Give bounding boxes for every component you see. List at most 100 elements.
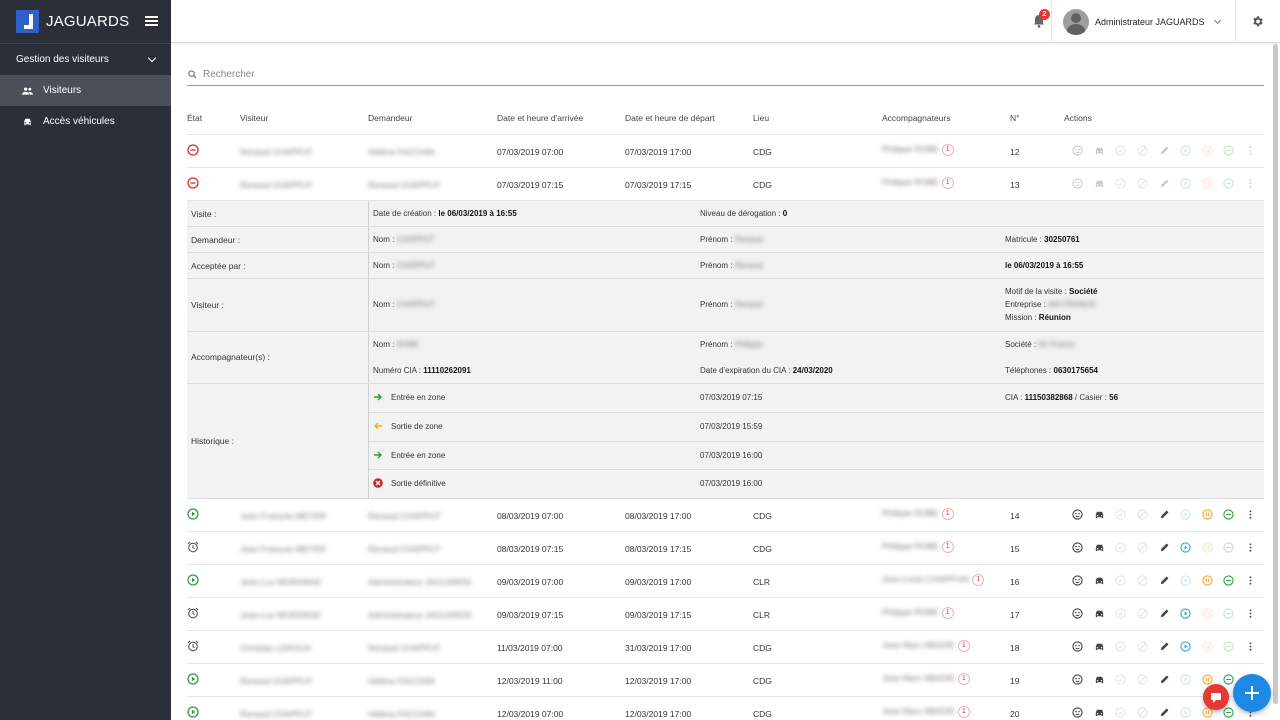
- edit-icon[interactable]: [1153, 707, 1175, 719]
- table-row[interactable]: Jean-Luc MORANGE Administrateur JAGUARDS 0…: [187, 565, 1264, 598]
- more-vert-icon[interactable]: [1240, 542, 1262, 554]
- escort-count-badge[interactable]: 1: [941, 508, 954, 520]
- block-icon[interactable]: [1132, 178, 1154, 190]
- pause-circle-icon[interactable]: [1197, 608, 1219, 620]
- chat-button[interactable]: [1203, 684, 1229, 710]
- pause-circle-icon[interactable]: [1197, 178, 1219, 190]
- escort-count-badge[interactable]: 1: [941, 177, 954, 189]
- escort-count-badge[interactable]: 1: [957, 673, 970, 685]
- sidebar-item-visiteurs[interactable]: Visiteurs: [0, 75, 171, 106]
- table-row[interactable]: Jean François MEYER Renaud CHAPPUT 08/03/2…: [187, 532, 1264, 565]
- stop-circle-icon[interactable]: [1218, 608, 1240, 620]
- stop-circle-icon[interactable]: [1218, 641, 1240, 653]
- check-circle-icon[interactable]: [1110, 509, 1132, 521]
- play-outline-icon[interactable]: [1175, 575, 1197, 587]
- play-outline-icon[interactable]: [1175, 178, 1197, 190]
- check-circle-icon[interactable]: [1110, 707, 1132, 719]
- pause-circle-icon[interactable]: [1197, 145, 1219, 157]
- table-row[interactable]: Renaud CHAPPUT Hélène FACCHIN 12/03/2019 1…: [187, 664, 1264, 697]
- car-icon[interactable]: [1089, 608, 1111, 620]
- car-icon[interactable]: [1089, 707, 1111, 719]
- check-circle-icon[interactable]: [1110, 608, 1132, 620]
- more-vert-icon[interactable]: [1240, 145, 1262, 157]
- stop-circle-icon[interactable]: [1218, 575, 1240, 587]
- table-row[interactable]: Jean François MEYER Renaud CHAPPUT 08/03/2…: [187, 499, 1264, 532]
- block-icon[interactable]: [1132, 674, 1154, 686]
- add-visit-button[interactable]: [1233, 674, 1271, 712]
- face-icon[interactable]: [1067, 707, 1089, 719]
- pause-circle-icon[interactable]: [1197, 575, 1219, 587]
- nav-group-visitors[interactable]: Gestion des visiteurs: [0, 43, 171, 75]
- face-icon[interactable]: [1067, 674, 1089, 686]
- visitor-name[interactable]: Renaud CHAPPUT: [240, 676, 313, 686]
- check-circle-icon[interactable]: [1110, 542, 1132, 554]
- stop-circle-icon[interactable]: [1218, 178, 1240, 190]
- block-icon[interactable]: [1132, 641, 1154, 653]
- check-circle-icon[interactable]: [1110, 575, 1132, 587]
- face-icon[interactable]: [1067, 542, 1089, 554]
- search-input[interactable]: [203, 69, 603, 80]
- edit-icon[interactable]: [1153, 542, 1175, 554]
- block-icon[interactable]: [1132, 145, 1154, 157]
- pause-circle-icon[interactable]: [1197, 641, 1219, 653]
- check-circle-icon[interactable]: [1110, 178, 1132, 190]
- visitor-name[interactable]: Christian LEROUX: [240, 643, 311, 653]
- pause-circle-icon[interactable]: [1197, 542, 1219, 554]
- play-outline-icon[interactable]: [1175, 542, 1197, 554]
- face-icon[interactable]: [1067, 575, 1089, 587]
- table-row[interactable]: Renaud CHAPPUT Hélène FACCHIN 12/03/2019 0…: [187, 697, 1264, 720]
- escort-count-badge[interactable]: 1: [941, 144, 954, 156]
- gear-icon[interactable]: [1251, 15, 1264, 28]
- face-icon[interactable]: [1067, 509, 1089, 521]
- more-vert-icon[interactable]: [1240, 178, 1262, 190]
- edit-icon[interactable]: [1153, 178, 1175, 190]
- more-vert-icon[interactable]: [1240, 608, 1262, 620]
- stop-circle-icon[interactable]: [1218, 542, 1240, 554]
- check-circle-icon[interactable]: [1110, 145, 1132, 157]
- car-icon[interactable]: [1089, 641, 1111, 653]
- visitor-name[interactable]: Jean-Luc MORANGE: [240, 577, 321, 587]
- visitor-name[interactable]: Jean François MEYER: [240, 511, 326, 521]
- table-row[interactable]: Renaud CHAPPUT Hélène FACCHIN 07/03/2019 0…: [187, 135, 1264, 168]
- table-row[interactable]: Jean-Luc MORANGE Administrateur JAGUARDS 0…: [187, 598, 1264, 631]
- block-icon[interactable]: [1132, 575, 1154, 587]
- sidebar-item-acces-vehicules[interactable]: Accès véhicules: [0, 106, 171, 137]
- car-icon[interactable]: [1089, 145, 1111, 157]
- play-outline-icon[interactable]: [1175, 674, 1197, 686]
- edit-icon[interactable]: [1153, 575, 1175, 587]
- edit-icon[interactable]: [1153, 145, 1175, 157]
- block-icon[interactable]: [1132, 542, 1154, 554]
- escort-count-badge[interactable]: 1: [957, 706, 970, 718]
- visitor-name[interactable]: Renaud CHAPPUT: [240, 180, 313, 190]
- block-icon[interactable]: [1132, 608, 1154, 620]
- car-icon[interactable]: [1089, 674, 1111, 686]
- table-row[interactable]: Christian LEROUX Renaud CHAPPUT 11/03/2019…: [187, 631, 1264, 664]
- escort-count-badge[interactable]: 1: [957, 640, 970, 652]
- edit-icon[interactable]: [1153, 674, 1175, 686]
- edit-icon[interactable]: [1153, 509, 1175, 521]
- more-vert-icon[interactable]: [1240, 641, 1262, 653]
- block-icon[interactable]: [1132, 509, 1154, 521]
- table-row[interactable]: Renaud CHAPPUT Renaud CHAPPUT 07/03/2019 0…: [187, 168, 1264, 201]
- visitor-name[interactable]: Jean François MEYER: [240, 544, 326, 554]
- stop-circle-icon[interactable]: [1218, 509, 1240, 521]
- car-icon[interactable]: [1089, 542, 1111, 554]
- check-circle-icon[interactable]: [1110, 674, 1132, 686]
- car-icon[interactable]: [1089, 178, 1111, 190]
- escort-count-badge[interactable]: 1: [972, 574, 985, 586]
- more-vert-icon[interactable]: [1240, 575, 1262, 587]
- visitor-name[interactable]: Renaud CHAPPUT: [240, 709, 313, 719]
- scrollbar[interactable]: [1273, 44, 1278, 704]
- play-outline-icon[interactable]: [1175, 509, 1197, 521]
- face-icon[interactable]: [1067, 608, 1089, 620]
- play-outline-icon[interactable]: [1175, 641, 1197, 653]
- car-icon[interactable]: [1089, 509, 1111, 521]
- visitor-name[interactable]: Jean-Luc MORANGE: [240, 610, 321, 620]
- face-icon[interactable]: [1067, 641, 1089, 653]
- escort-count-badge[interactable]: 1: [941, 607, 954, 619]
- play-outline-icon[interactable]: [1175, 608, 1197, 620]
- play-outline-icon[interactable]: [1175, 707, 1197, 719]
- play-outline-icon[interactable]: [1175, 145, 1197, 157]
- menu-icon[interactable]: [145, 16, 159, 26]
- face-icon[interactable]: [1067, 145, 1089, 157]
